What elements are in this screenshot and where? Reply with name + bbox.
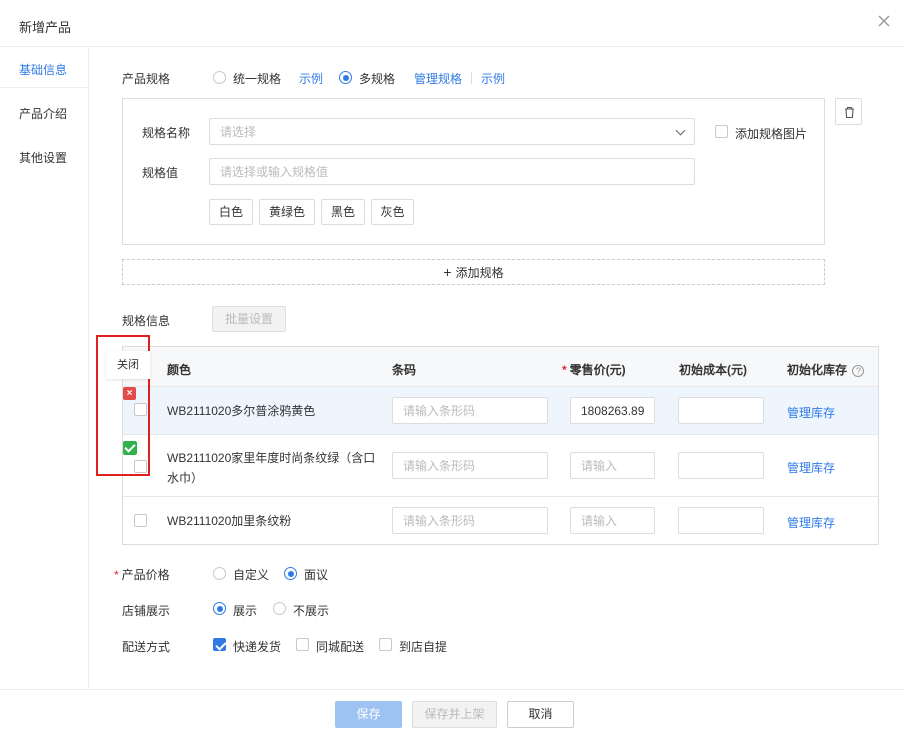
example-link-1[interactable]: 示例 (299, 70, 323, 87)
batch-set-button[interactable]: 批量设置 (212, 306, 286, 332)
radio-multi-spec-label[interactable]: 多规格 (359, 70, 395, 87)
radio-uniform-spec-label[interactable]: 统一规格 (233, 70, 281, 87)
radio-price-negotiable[interactable] (284, 567, 297, 580)
manage-spec-link[interactable]: 管理规格 (414, 70, 462, 87)
spec-table: 颜色 条码 * 零售价(元) 初始成本(元) 初始化库存 ? WB2111020多… (122, 346, 879, 545)
trash-icon (845, 106, 854, 119)
initial-cost-input[interactable] (678, 452, 764, 479)
initial-cost-input[interactable] (678, 397, 764, 424)
checkbox-local-delivery[interactable] (296, 638, 309, 651)
sidebar-item-other-settings[interactable]: 其他设置 (19, 149, 67, 166)
spec-mode-label: 产品规格 (122, 72, 171, 86)
add-spec-label: 添加规格 (455, 266, 504, 280)
dialog-header: 新增产品 (0, 0, 904, 47)
barcode-input[interactable] (392, 452, 548, 479)
add-spec-button[interactable]: + 添加规格 (122, 259, 825, 285)
row-checkbox[interactable] (134, 514, 147, 527)
radio-price-custom-label[interactable]: 自定义 (233, 566, 269, 583)
row-name: WB2111020加里条纹粉 (167, 514, 292, 528)
add-spec-image-checkbox[interactable] (715, 125, 728, 138)
th-barcode: 条码 (392, 363, 417, 377)
shop-display-label: 店铺展示 (122, 604, 171, 618)
help-icon[interactable]: ? (852, 365, 865, 377)
radio-display-show[interactable] (213, 602, 226, 615)
radio-uniform-spec[interactable] (213, 71, 226, 84)
spec-name-select[interactable] (209, 118, 695, 145)
retail-price-input[interactable] (570, 397, 655, 424)
close-icon[interactable] (876, 14, 892, 30)
checkbox-express-label[interactable]: 快递发货 (233, 638, 281, 655)
sidebar-divider (0, 87, 89, 88)
sidebar-item-product-intro[interactable]: 产品介绍 (19, 105, 67, 122)
cancel-button[interactable]: 取消 (507, 701, 574, 728)
th-initial-stock: 初始化库存 ? (787, 361, 865, 378)
spec-info-label: 规格信息 (122, 314, 171, 328)
spec-value-label: 规格值 (142, 166, 179, 180)
spec-name-label: 规格名称 (142, 126, 191, 140)
radio-display-hide-label[interactable]: 不展示 (293, 602, 329, 619)
table-row: WB2111020多尔普涂鸦黄色 管理库存 (123, 387, 878, 435)
th-color: 颜色 (167, 363, 192, 377)
checkbox-local-delivery-label[interactable]: 同城配送 (316, 638, 364, 655)
price-label: * 产品价格 (114, 568, 170, 582)
manage-stock-link[interactable]: 管理库存 (787, 404, 835, 421)
spec-tag-yellow-green[interactable]: 黄绿色 (259, 199, 315, 225)
sidebar: 基础信息 产品介绍 其他设置 (0, 47, 89, 689)
delete-spec-button[interactable] (835, 98, 862, 125)
row-name: WB2111020多尔普涂鸦黄色 (167, 404, 316, 418)
table-header: 颜色 条码 * 零售价(元) 初始成本(元) 初始化库存 ? (123, 347, 878, 387)
spec-value-input[interactable] (209, 158, 695, 185)
table-row: WB2111020加里条纹粉 管理库存 (123, 497, 878, 545)
checkbox-store-pickup-label[interactable]: 到店自提 (399, 638, 447, 655)
barcode-input[interactable] (392, 507, 548, 534)
table-row: WB2111020家里年度时尚条纹绿（含口水巾） 管理库存 (123, 435, 878, 497)
save-and-publish-button[interactable]: 保存并上架 (412, 701, 497, 728)
th-retail-price: * 零售价(元) (562, 363, 626, 377)
dialog-footer: 保存 保存并上架 取消 (0, 689, 904, 730)
dialog-title: 新增产品 (19, 20, 72, 35)
manage-stock-link[interactable]: 管理库存 (787, 459, 835, 476)
success-check-icon (123, 441, 137, 455)
retail-price-input[interactable] (570, 507, 655, 534)
spec-tag-white[interactable]: 白色 (209, 199, 253, 225)
example-link-2[interactable]: 示例 (481, 70, 505, 87)
checkbox-store-pickup[interactable] (379, 638, 392, 651)
spec-tag-gray[interactable]: 灰色 (371, 199, 414, 225)
th-initial-cost: 初始成本(元) (679, 363, 747, 377)
radio-price-negotiable-label[interactable]: 面议 (304, 566, 328, 583)
plus-icon: + (443, 264, 452, 280)
radio-multi-spec[interactable] (339, 71, 352, 84)
radio-display-hide[interactable] (273, 602, 286, 615)
delivery-label: 配送方式 (122, 640, 171, 654)
retail-price-input[interactable] (570, 452, 655, 479)
close-popover-label[interactable]: 关闭 (106, 351, 150, 379)
add-spec-image-label[interactable]: 添加规格图片 (735, 125, 807, 142)
manage-stock-link[interactable]: 管理库存 (787, 514, 835, 531)
sidebar-item-basic-info[interactable]: 基础信息 (19, 61, 67, 78)
barcode-input[interactable] (392, 397, 548, 424)
checkbox-express[interactable] (213, 638, 226, 651)
radio-price-custom[interactable] (213, 567, 226, 580)
link-separator (471, 72, 472, 84)
spec-tag-black[interactable]: 黑色 (321, 199, 365, 225)
error-x-icon: × (123, 387, 136, 400)
save-button[interactable]: 保存 (335, 701, 402, 728)
radio-display-show-label[interactable]: 展示 (233, 602, 257, 619)
row-name: WB2111020家里年度时尚条纹绿（含口水巾） (167, 451, 376, 485)
initial-cost-input[interactable] (678, 507, 764, 534)
